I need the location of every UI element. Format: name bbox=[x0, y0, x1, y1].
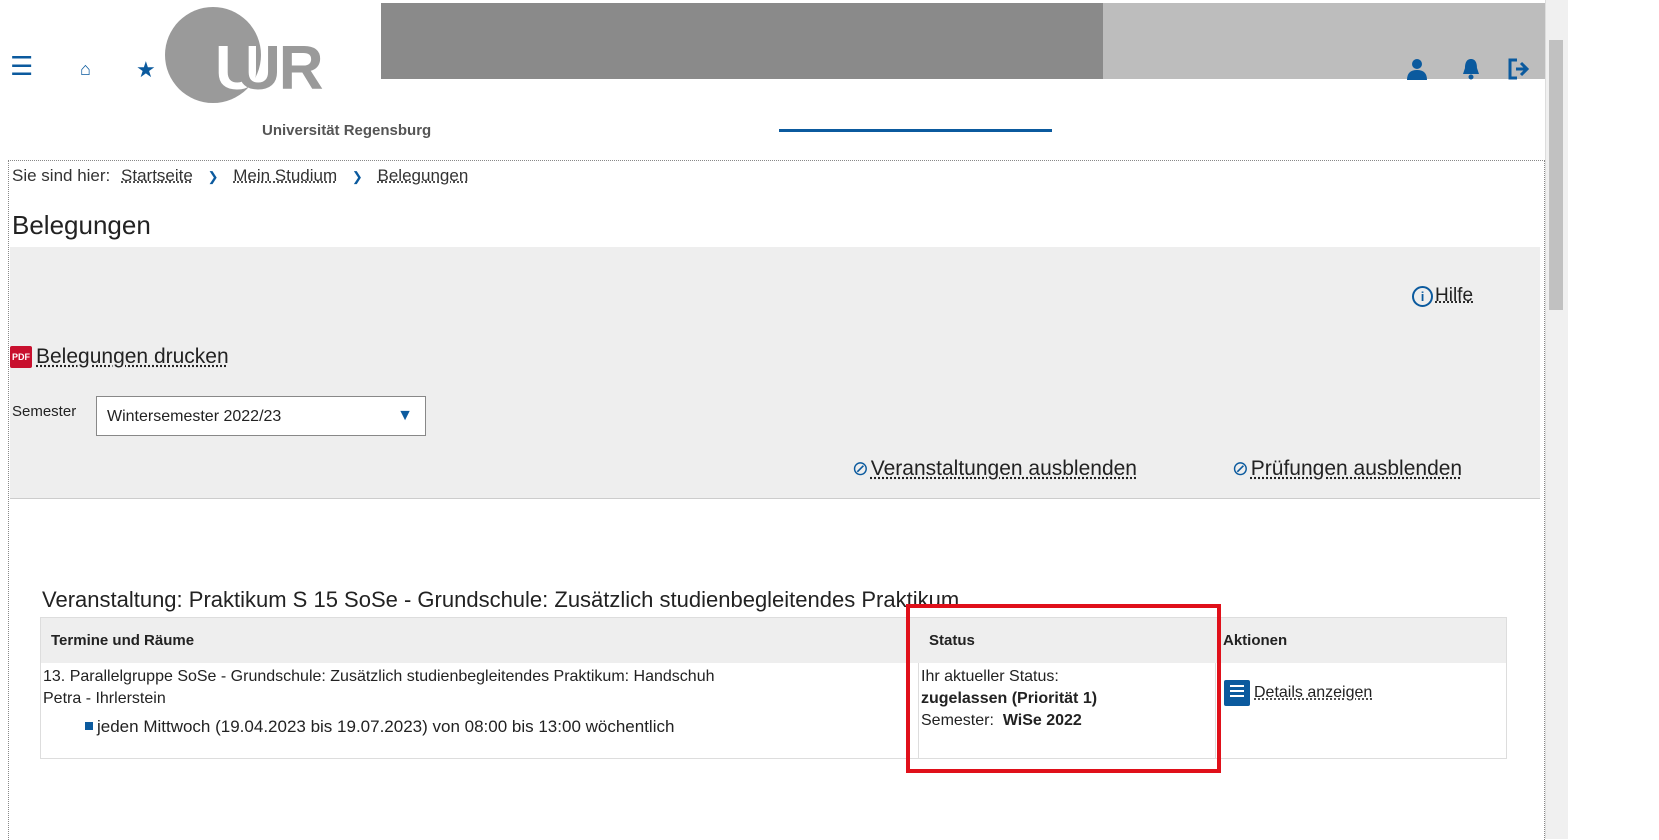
semester-selected-value: Wintersemester 2022/23 bbox=[107, 408, 282, 425]
details-label: Details anzeigen bbox=[1254, 684, 1373, 702]
eye-slash-icon: ⊘ bbox=[1232, 458, 1249, 480]
course-table: Termine und Räume Status Aktionen 13. Pa… bbox=[40, 617, 1507, 759]
breadcrumb-belegungen[interactable]: Belegungen bbox=[378, 166, 469, 185]
print-link[interactable]: PDF Belegungen drucken bbox=[10, 345, 229, 369]
breadcrumb-prefix: Sie sind hier: bbox=[12, 166, 111, 185]
schedule-entry: jeden Mittwoch (19.04.2023 bis 19.07.202… bbox=[85, 716, 674, 738]
hide-events-label: Veranstaltungen ausblenden bbox=[870, 457, 1137, 480]
highlight-box bbox=[906, 604, 1221, 773]
logo-text: UR bbox=[236, 34, 324, 103]
chevron-right-icon: ❯ bbox=[207, 169, 219, 184]
menu-icon[interactable]: ☰ bbox=[10, 53, 33, 79]
active-tab-indicator bbox=[779, 129, 1052, 132]
help-label: Hilfe bbox=[1435, 285, 1474, 306]
schedule-text: jeden Mittwoch (19.04.2023 bis 19.07.202… bbox=[97, 717, 675, 736]
info-icon: i bbox=[1412, 286, 1433, 307]
column-header-dates: Termine und Räume bbox=[51, 632, 195, 649]
page-title: Belegungen bbox=[12, 210, 151, 240]
breadcrumb-mein-studium[interactable]: Mein Studium bbox=[233, 166, 337, 185]
pdf-icon: PDF bbox=[10, 346, 32, 369]
bullet-icon bbox=[85, 722, 93, 730]
chevron-right-icon: ❯ bbox=[351, 169, 363, 184]
breadcrumb-startseite[interactable]: Startseite bbox=[121, 166, 193, 185]
user-icon[interactable] bbox=[1405, 58, 1429, 84]
scrollbar-thumb[interactable] bbox=[1549, 40, 1563, 310]
hide-events-link[interactable]: ⊘Veranstaltungen ausblenden bbox=[852, 456, 1137, 481]
course-title: Veranstaltung: Praktikum S 15 SoSe - Gru… bbox=[42, 587, 960, 612]
print-label: Belegungen drucken bbox=[36, 345, 229, 368]
hide-exams-link[interactable]: ⊘Prüfungen ausblenden bbox=[1232, 456, 1462, 481]
breadcrumb: Sie sind hier: Startseite ❯ Mein Studium… bbox=[12, 166, 474, 186]
group-text-2: Petra - Ihrlerstein bbox=[43, 690, 166, 707]
details-icon bbox=[1224, 680, 1250, 706]
bell-icon[interactable] bbox=[1461, 58, 1481, 84]
help-link[interactable]: i Hilfe bbox=[1412, 285, 1473, 307]
details-button[interactable]: Details anzeigen bbox=[1224, 680, 1372, 706]
star-icon[interactable]: ★ bbox=[136, 59, 156, 81]
logout-icon[interactable] bbox=[1508, 58, 1532, 84]
university-name: Universität Regensburg bbox=[262, 122, 432, 139]
semester-select[interactable]: Wintersemester 2022/23 ▼ bbox=[96, 396, 426, 436]
eye-slash-icon: ⊘ bbox=[852, 458, 869, 480]
chevron-down-icon: ▼ bbox=[397, 407, 413, 424]
header-banner bbox=[381, 3, 1103, 79]
column-header-actions: Aktionen bbox=[1223, 632, 1288, 649]
semester-label: Semester bbox=[12, 403, 77, 420]
hide-exams-label: Prüfungen ausblenden bbox=[1250, 457, 1463, 480]
home-icon[interactable]: ⌂ bbox=[80, 58, 91, 80]
group-text: 13. Parallelgruppe SoSe - Grundschule: Z… bbox=[43, 668, 715, 685]
table-header: Termine und Räume Status Aktionen bbox=[41, 618, 1506, 663]
